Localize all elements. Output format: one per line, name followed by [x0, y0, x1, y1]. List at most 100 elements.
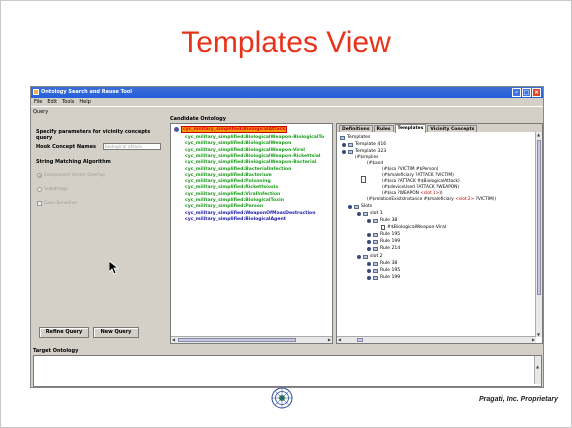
expand-handle-icon	[367, 246, 371, 251]
menu-bar: File Edit Tools Help	[31, 98, 543, 107]
folder-icon	[363, 254, 368, 259]
code-text: (#$isa ?WEAPON	[382, 191, 421, 196]
target-ontology-area[interactable]: ▲	[33, 355, 542, 387]
tab-rules[interactable]: Rules	[373, 125, 394, 132]
tab-definitions[interactable]: Definitions	[339, 125, 373, 132]
scroll-left-icon[interactable]: ◀	[172, 337, 175, 342]
minimize-icon[interactable]: –	[512, 88, 521, 97]
option-substrings[interactable]: Substrings	[37, 187, 68, 192]
candidate-item[interactable]: cyc_military_simplified:BiologicalWeapon…	[185, 148, 305, 153]
candidate-item[interactable]: cyc_military_simplified:BiologicalWeapon…	[185, 160, 316, 165]
tree-label: Rule 195	[380, 232, 401, 237]
candidate-item[interactable]: cyc_military_simplified:ViralInfection	[185, 192, 280, 197]
params-label: Specify parameters for vicinity concepts…	[36, 129, 151, 141]
maximize-icon[interactable]: □	[522, 88, 531, 97]
candidate-item[interactable]: cyc_military_simplified:BiologicalToxin	[185, 198, 284, 203]
radio-icon	[37, 187, 42, 192]
scroll-up-icon[interactable]: ▲	[536, 364, 539, 369]
candidate-item[interactable]: cyc_military_simplified:BiologicalAgent	[185, 217, 286, 222]
tree-node-slot2-rule199[interactable]: Rule 199	[367, 275, 400, 280]
tree-node-templates[interactable]: Templates	[340, 135, 370, 140]
option-label: Component Vector Overlap	[44, 173, 106, 178]
tab-templates[interactable]: Templates	[394, 124, 427, 133]
candidate-item[interactable]: cyc_military_simplified:Rickettsiosis	[185, 185, 278, 190]
slot-ref: <slot 2>	[455, 197, 475, 202]
hook-concept-input[interactable]: biological attack	[103, 143, 161, 150]
refine-query-button[interactable]: Refine Query	[39, 327, 89, 338]
code-line-5: (#$isa ?WEAPON <slot 1>))	[382, 191, 443, 196]
expand-handle-icon	[342, 142, 346, 147]
target-vscrollbar[interactable]: ▲	[534, 356, 541, 384]
details-vscrollbar[interactable]: ▲ ▼	[535, 132, 542, 337]
query-panel: Specify parameters for vicinity concepts…	[31, 115, 165, 347]
candidate-item[interactable]: cyc_military_simplified:BiologicalWeapon	[185, 141, 291, 146]
menu-tools[interactable]: Tools	[62, 98, 74, 106]
expand-handle-icon	[342, 149, 346, 154]
slot-ref: <slot 1>	[420, 191, 440, 196]
menu-edit[interactable]: Edit	[47, 98, 57, 106]
tree-node-template323[interactable]: Template 323	[342, 149, 386, 154]
candidate-item[interactable]: cyc_military_simplified:BacterialInfecti…	[185, 167, 291, 172]
document-icon	[381, 225, 385, 230]
expand-handle-icon	[357, 254, 361, 259]
expand-handle-icon	[367, 275, 371, 280]
details-vscroll-thumb[interactable]	[537, 140, 541, 295]
tree-node-rule214[interactable]: Rule 214	[367, 246, 400, 251]
tree-node-bio-viral[interactable]: #$BiologicalWeapon-Viral	[381, 225, 446, 230]
tree-label: Rule 199	[380, 239, 401, 244]
scroll-down-icon[interactable]: ▼	[537, 332, 540, 337]
tree-node-slot2-rule195[interactable]: Rule 195	[367, 268, 400, 273]
tree-node-slot1[interactable]: slot 1	[357, 211, 383, 216]
document-icon	[361, 176, 366, 183]
option-component-vector[interactable]: Component Vector Overlap	[37, 173, 105, 178]
option-case-sensitive[interactable]: Case Sensitive	[37, 201, 77, 206]
key-icon	[174, 127, 179, 132]
app-icon	[33, 89, 39, 95]
candidate-item[interactable]: cyc_military_simplified:Poisoning	[185, 179, 271, 184]
menu-help[interactable]: Help	[79, 98, 90, 106]
candidate-item[interactable]: cyc_military_simplified:WeaponOfMassDest…	[185, 211, 315, 216]
scroll-up-icon[interactable]: ▲	[537, 132, 540, 137]
tree-node-template416[interactable]: Template 416	[342, 142, 386, 147]
expand-handle-icon	[367, 218, 371, 223]
candidate-item[interactable]: cyc_military_simplified:Bacterium	[185, 173, 272, 178]
folder-icon	[373, 218, 378, 223]
tab-vicinity-concepts[interactable]: Vicinity Concepts	[427, 125, 478, 132]
tree-node-slot2[interactable]: slot 2	[357, 254, 383, 259]
candidate-ontology-panel[interactable]: cyc_military_simplified:BiologicalAttack…	[170, 123, 333, 344]
scroll-left-icon[interactable]: ◀	[338, 337, 341, 342]
new-query-button[interactable]: New Query	[93, 327, 139, 338]
scroll-right-icon[interactable]: ▶	[328, 337, 331, 342]
candidate-item[interactable]: cyc_military_simplified:BiologicalWeapon…	[185, 154, 321, 159]
folder-icon	[348, 149, 353, 154]
tree-label: slot 1	[370, 211, 383, 216]
expand-handle-icon	[348, 204, 352, 209]
tree-node-rule195[interactable]: Rule 195	[367, 232, 400, 237]
menu-file[interactable]: File	[34, 98, 42, 106]
code-text: (#$relationExistsInstance #$maleficiary	[367, 197, 456, 202]
tree-label: Templates	[347, 135, 371, 140]
details-panel: Definitions Rules Templates Vicinity Con…	[336, 123, 543, 344]
candidate-hscroll-thumb[interactable]	[178, 338, 296, 342]
candidate-hscrollbar[interactable]: ◀ ▶	[171, 336, 332, 343]
tree-node-rule38[interactable]: Rule 38	[367, 218, 397, 223]
tree-node-slot2-rule38[interactable]: Rule 38	[367, 261, 397, 266]
candidate-item[interactable]: cyc_military_simplified:BiologicalWeapon…	[185, 135, 324, 140]
expand-handle-icon	[357, 211, 361, 216]
details-hscrollbar[interactable]: ◀ ▶	[337, 336, 536, 343]
tree-node-slots[interactable]: Slots	[348, 204, 372, 209]
details-hscroll-thumb[interactable]	[357, 338, 363, 342]
candidate-root[interactable]: cyc_military_simplified:BiologicalAttack	[174, 126, 288, 133]
folder-icon	[373, 246, 378, 251]
scroll-right-icon[interactable]: ▶	[532, 337, 535, 342]
tree-label: Template 416	[355, 142, 387, 147]
company-logo	[271, 387, 293, 409]
candidate-item[interactable]: cyc_military_simplified:Person	[185, 204, 263, 209]
window-controls: – □ ×	[512, 88, 541, 97]
close-icon[interactable]: ×	[532, 88, 541, 97]
tree-label: Slots	[361, 204, 373, 209]
tree-node-rule199[interactable]: Rule 199	[367, 239, 400, 244]
matching-label: String Matching Algorithm	[36, 159, 111, 165]
footer-proprietary: Pragati, Inc. Proprietary	[479, 396, 558, 403]
folder-icon	[354, 204, 359, 209]
